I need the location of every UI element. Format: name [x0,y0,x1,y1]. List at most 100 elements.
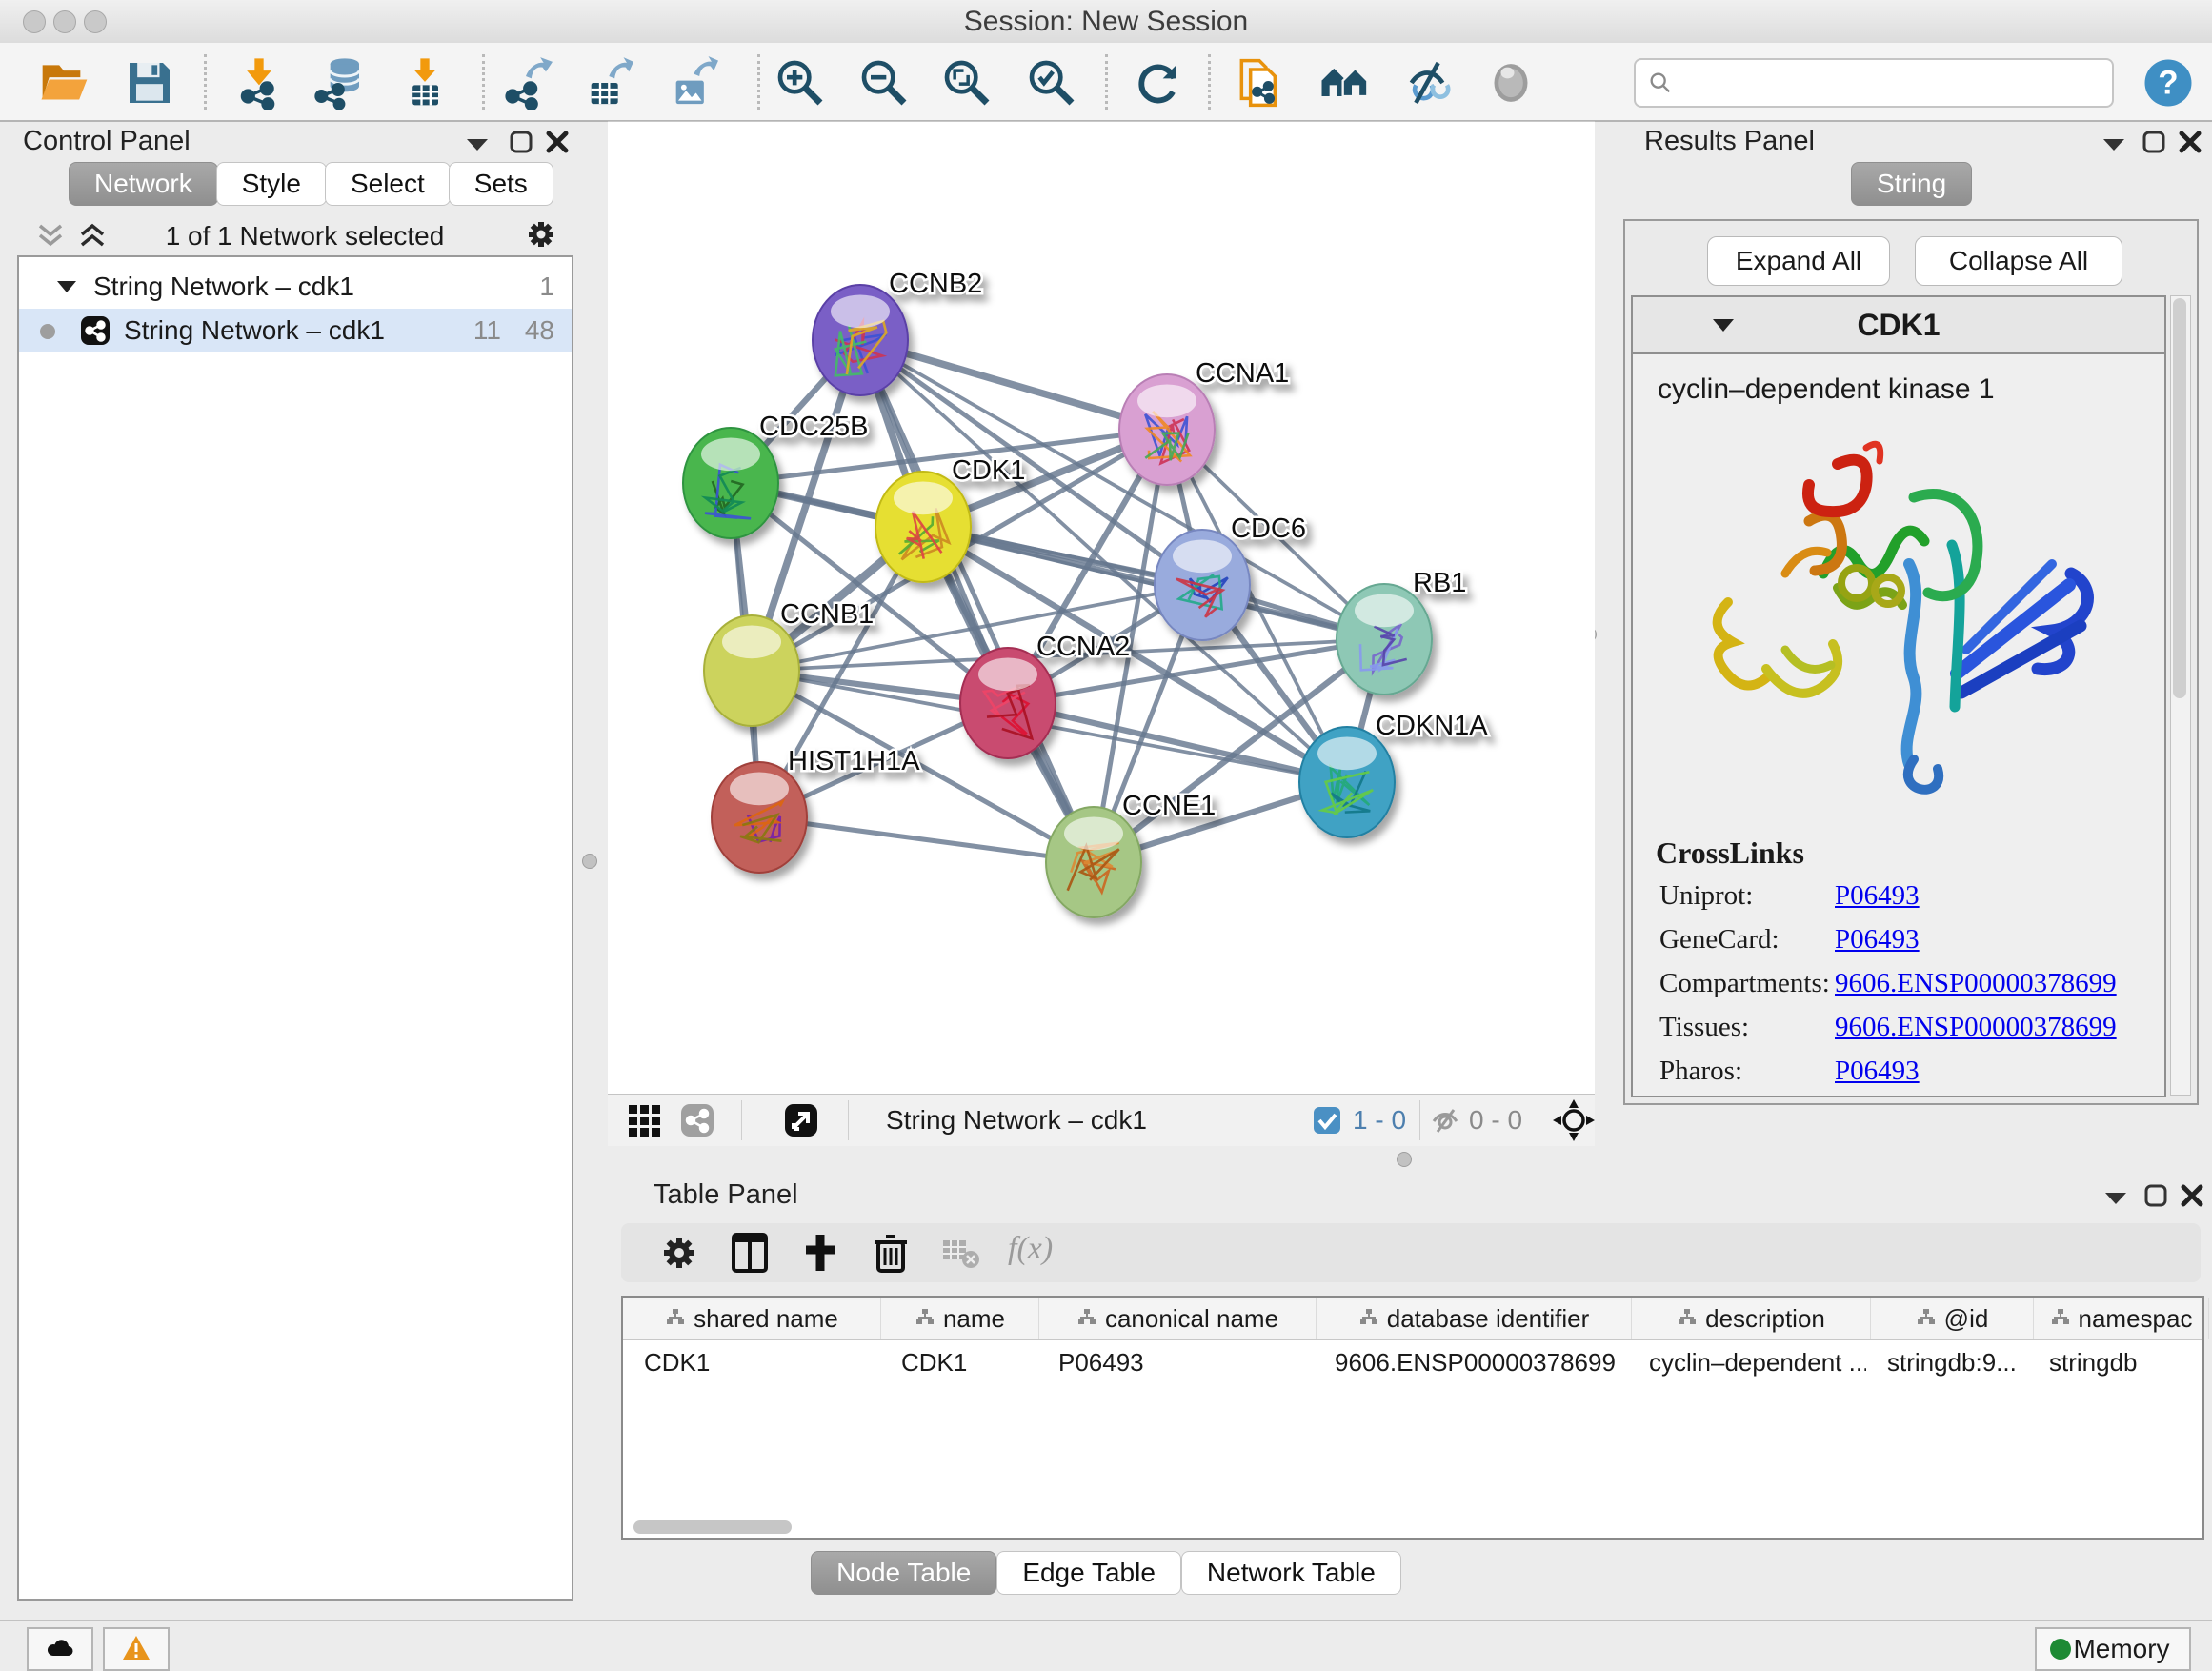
selected-checkbox-icon[interactable] [1313,1106,1341,1135]
table-row[interactable]: CDK1CDK1P064939606.ENSP00000378699cyclin… [623,1340,2202,1384]
results-tab-string[interactable]: String [1851,162,1972,206]
tab-network-table[interactable]: Network Table [1181,1551,1401,1595]
expand-all-tree-icon[interactable] [76,221,109,250]
save-session-icon[interactable] [123,56,176,110]
control-panel-menu-icon[interactable] [465,135,490,152]
crosslink-link[interactable]: 9606.ENSP00000378699 [1835,1012,2117,1043]
crosslink-row: Tissues:9606.ENSP00000378699 [1633,1012,2164,1056]
table-cell[interactable]: CDK1 [623,1340,880,1384]
node-gloss-highlight [978,657,1037,691]
cdk1-section-header[interactable]: CDK1 [1633,297,2164,354]
column-header-shared-name[interactable]: shared name [623,1298,881,1339]
edge-CCNB2-CCNE1[interactable] [860,340,1094,862]
zoom-fit-icon[interactable] [940,56,994,110]
crosslink-link[interactable]: P06493 [1835,924,1920,956]
cloud-status-button[interactable] [27,1627,93,1671]
zoom-in-icon[interactable] [774,56,827,110]
collapse-all-button[interactable]: Collapse All [1915,236,2122,286]
function-builder-button[interactable]: f(x) [1008,1231,1053,1267]
table-cell[interactable]: stringdb [2028,1340,2202,1384]
export-network-icon[interactable] [499,56,553,110]
warnings-button[interactable] [103,1627,170,1671]
search-input[interactable] [1683,64,2097,100]
table-panel-float-icon[interactable] [2143,1183,2168,1208]
tab-style[interactable]: Style [216,162,327,206]
tree-expander-icon[interactable] [55,278,78,295]
table-cell[interactable]: P06493 [1037,1340,1314,1384]
table-options-gear-icon[interactable] [657,1231,701,1275]
results-panel-menu-icon[interactable] [2101,135,2126,152]
node-RB1[interactable]: RB1 [1337,568,1466,695]
network-row-selected[interactable]: String Network – cdk1 11 48 [19,309,572,352]
import-network-database-icon[interactable] [312,56,366,110]
column-header-name[interactable]: name [881,1298,1039,1339]
network-collection-row[interactable]: String Network – cdk1 1 [19,265,572,309]
table-cell[interactable]: stringdb:9... [1866,1340,2028,1384]
hide-glasses-icon[interactable] [1400,56,1454,110]
table-cell[interactable]: cyclin–dependent ... [1628,1340,1866,1384]
crosslink-link[interactable]: 9606.ENSP00000378699 [1835,968,2117,999]
grid-view-icon[interactable] [627,1103,661,1137]
expand-all-button[interactable]: Expand All [1707,236,1890,286]
node-CDKN1A[interactable]: CDKN1A [1299,711,1488,837]
node-HIST1H1A[interactable]: HIST1H1A [712,746,920,873]
table-horizontal-scrollbar[interactable] [633,1520,792,1534]
table-cell[interactable]: CDK1 [880,1340,1037,1384]
table-panel-close-icon[interactable] [2180,1183,2204,1208]
left-splitter-handle[interactable] [582,854,597,869]
open-in-new-window-icon[interactable] [784,1103,818,1137]
column-header-database-identifier[interactable]: database identifier [1317,1298,1632,1339]
network-badge-icon[interactable] [680,1103,714,1137]
help-icon[interactable]: ? [2142,56,2195,110]
open-session-icon[interactable] [38,56,91,110]
control-panel-float-icon[interactable] [509,130,533,154]
node-CDK1[interactable]: CDK1 [875,455,1025,582]
node-label: CDKN1A [1376,711,1488,741]
control-panel-close-icon[interactable] [545,130,570,154]
cdk1-expander-icon[interactable] [1711,316,1736,333]
node-CDC6[interactable]: CDC6 [1155,513,1306,640]
import-network-file-icon[interactable] [232,56,286,110]
results-scrollbar[interactable] [2170,295,2191,1096]
column-header-@id[interactable]: @id [1871,1298,2034,1339]
crosslink-link[interactable]: P06493 [1835,1056,1920,1087]
export-table-icon[interactable] [580,56,633,110]
crosslink-row: GeneCard:P06493 [1633,924,2164,968]
zoom-out-icon[interactable] [857,56,911,110]
tab-edge-table[interactable]: Edge Table [996,1551,1181,1595]
orb-eye-icon[interactable] [1484,56,1538,110]
import-table-file-icon[interactable] [398,56,452,110]
tab-node-table[interactable]: Node Table [811,1551,996,1595]
delete-column-icon[interactable] [869,1231,913,1275]
edge-HIST1H1A-CCNE1[interactable] [759,817,1094,862]
string-network-graph[interactable]: CCNB2CCNA1CDC25BCDK1CDC6RB1CCNB1CCNA2CDK… [608,122,1595,1095]
tab-select[interactable]: Select [325,162,451,206]
crosslink-link[interactable]: P06493 [1835,880,1920,912]
column-header-namespac[interactable]: namespac [2034,1298,2209,1339]
table-panel-menu-icon[interactable] [2103,1189,2128,1206]
tab-network[interactable]: Network [69,162,218,206]
results-panel-float-icon[interactable] [2142,130,2166,154]
collapse-all-tree-icon[interactable] [34,221,67,250]
table-cell[interactable]: 9606.ENSP00000378699 [1314,1340,1628,1384]
edge-CDK1-RB1[interactable] [923,527,1384,639]
delete-table-icon[interactable] [939,1231,983,1275]
network-view-canvas[interactable]: CCNB2CCNA1CDC25BCDK1CDC6RB1CCNB1CCNA2CDK… [608,121,1595,1095]
home-networks-icon[interactable] [1318,56,1372,110]
zoom-selected-icon[interactable] [1025,56,1078,110]
network-options-gear-icon[interactable] [522,215,560,253]
node-label: CDC25B [759,412,868,442]
create-column-icon[interactable] [798,1231,842,1275]
show-columns-icon[interactable] [728,1231,772,1275]
refresh-icon[interactable] [1132,56,1185,110]
center-view-crosshair-icon[interactable] [1553,1099,1595,1141]
node-table[interactable]: shared namenamecanonical namedatabase id… [621,1296,2204,1540]
memory-button[interactable]: Memory [2035,1627,2191,1671]
results-panel-close-icon[interactable] [2178,130,2202,154]
column-header-canonical-name[interactable]: canonical name [1039,1298,1317,1339]
export-image-icon[interactable] [665,56,718,110]
column-header-description[interactable]: description [1632,1298,1871,1339]
clone-network-icon[interactable] [1233,56,1286,110]
horizontal-splitter-handle[interactable] [1397,1152,1412,1167]
tab-sets[interactable]: Sets [449,162,553,206]
